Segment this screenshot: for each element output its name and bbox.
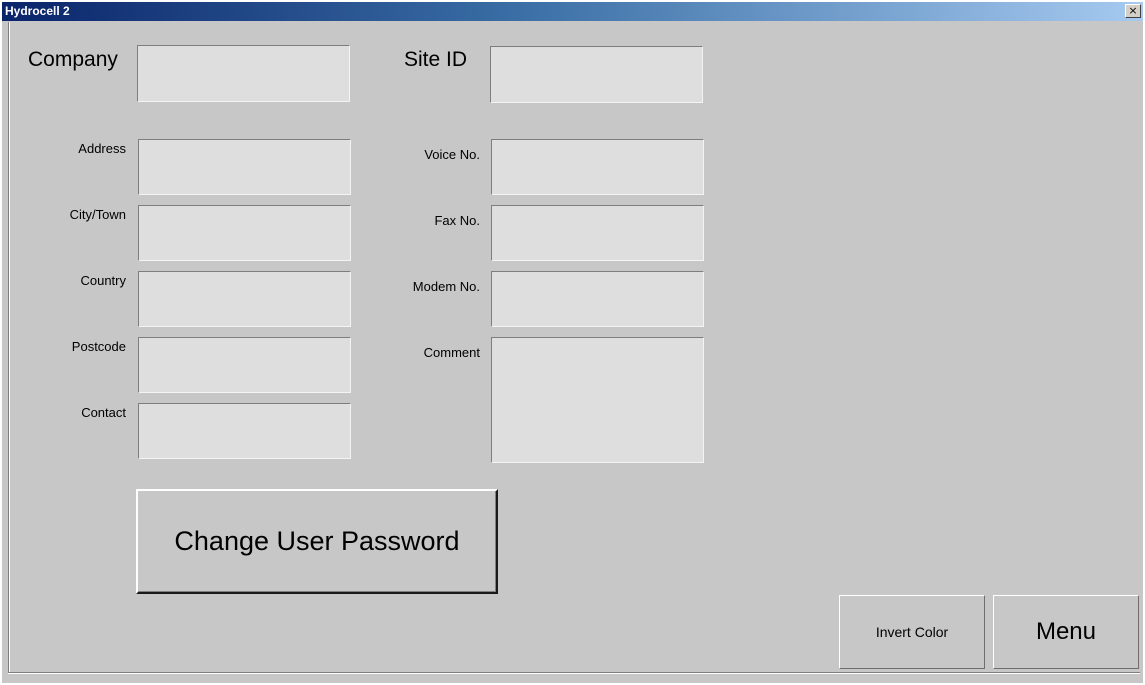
title-bar[interactable]: Hydrocell 2 × — [2, 2, 1143, 21]
modem-no-label: Modem No. — [412, 279, 480, 294]
fax-no-field[interactable] — [491, 205, 704, 261]
close-button[interactable]: × — [1125, 4, 1141, 18]
city-label: City/Town — [69, 207, 126, 222]
city-field[interactable] — [138, 205, 351, 261]
frame-left-edge — [8, 22, 10, 674]
address-label: Address — [78, 141, 126, 156]
address-field[interactable] — [138, 139, 351, 195]
comment-field[interactable] — [491, 337, 704, 463]
frame-bottom-edge — [8, 672, 1140, 674]
main-window: Hydrocell 2 × Company Address City/Town … — [2, 2, 1143, 683]
window-title: Hydrocell 2 — [5, 4, 70, 18]
contact-label: Contact — [81, 405, 126, 420]
comment-label: Comment — [423, 345, 480, 360]
company-field[interactable] — [137, 45, 350, 102]
fax-no-label: Fax No. — [434, 213, 480, 228]
company-label: Company — [28, 48, 118, 71]
menu-button[interactable]: Menu — [993, 595, 1139, 669]
site-id-field[interactable] — [490, 46, 703, 103]
change-user-password-button[interactable]: Change User Password — [136, 489, 498, 594]
country-field[interactable] — [138, 271, 351, 327]
voice-no-label: Voice No. — [424, 147, 480, 162]
contact-field[interactable] — [138, 403, 351, 459]
postcode-label: Postcode — [71, 339, 126, 354]
voice-no-field[interactable] — [491, 139, 704, 195]
country-label: Country — [80, 273, 126, 288]
modem-no-field[interactable] — [491, 271, 704, 327]
site-id-label: Site ID — [404, 48, 468, 71]
invert-color-button[interactable]: Invert Color — [839, 595, 985, 669]
postcode-field[interactable] — [138, 337, 351, 393]
